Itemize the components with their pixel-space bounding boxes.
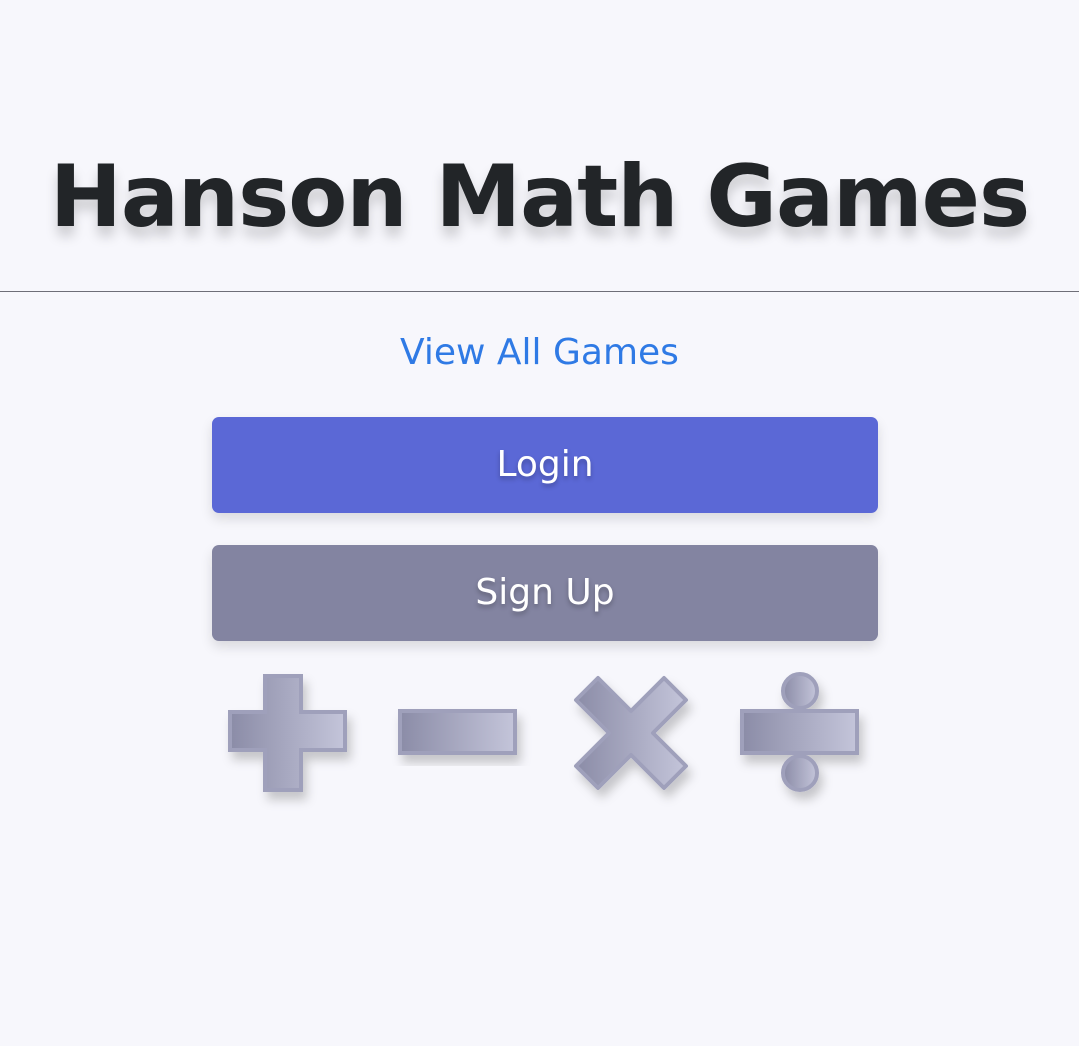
header-divider xyxy=(0,291,1079,292)
minus-icon xyxy=(394,668,524,798)
math-symbols xyxy=(0,668,1079,808)
divide-icon xyxy=(736,668,866,798)
times-icon xyxy=(566,668,696,798)
login-button[interactable]: Login xyxy=(212,417,878,513)
page-header: Hanson Math Games xyxy=(0,0,1079,291)
page-title: Hanson Math Games xyxy=(49,147,1030,247)
plus-icon xyxy=(224,668,354,798)
view-all-games-link[interactable]: View All Games xyxy=(0,330,1079,376)
sign-up-button[interactable]: Sign Up xyxy=(212,545,878,641)
